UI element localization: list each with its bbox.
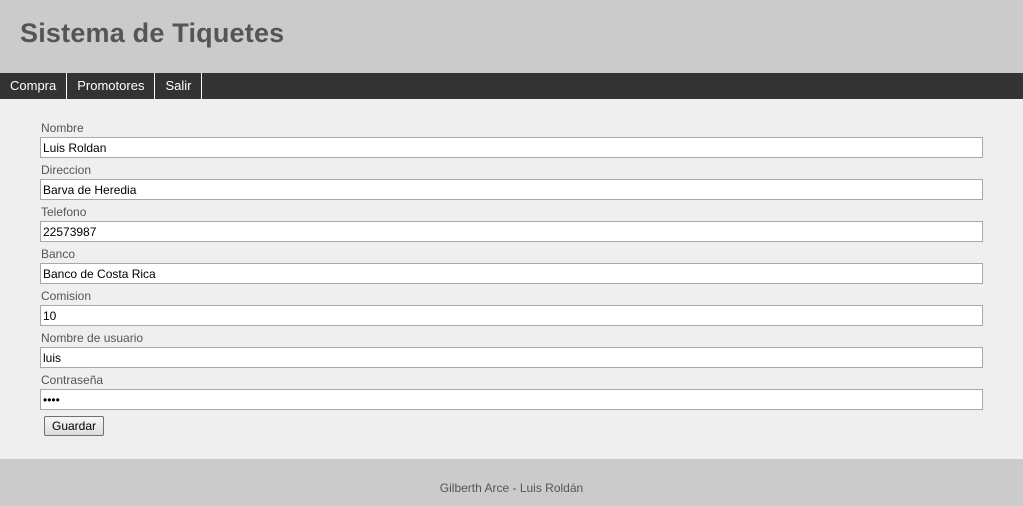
comision-field[interactable]	[40, 305, 983, 326]
username-label: Nombre de usuario	[41, 331, 144, 345]
nombre-field[interactable]	[40, 137, 983, 158]
nav-item-salir[interactable]: Salir	[155, 73, 203, 99]
comision-label: Comision	[41, 289, 92, 303]
promoter-form: Nombre Direccion Telefono Banco Comision…	[0, 99, 1023, 459]
telefono-field[interactable]	[40, 221, 983, 242]
password-label: Contraseña	[41, 373, 104, 387]
page-header: Sistema de Tiquetes	[0, 0, 1023, 73]
nombre-label: Nombre	[41, 121, 84, 135]
banco-field[interactable]	[40, 263, 983, 284]
password-field[interactable]	[40, 389, 983, 410]
save-button[interactable]: Guardar	[44, 416, 105, 436]
direccion-label: Direccion	[41, 163, 92, 177]
direccion-field[interactable]	[40, 179, 983, 200]
username-field[interactable]	[40, 347, 983, 368]
banco-label: Banco	[41, 247, 76, 261]
nav-item-promotores[interactable]: Promotores	[67, 73, 156, 99]
nav-item-compra[interactable]: Compra	[0, 73, 68, 99]
page-footer: Gilberth Arce - Luis Roldán	[0, 459, 1023, 506]
nav-bar: Compra Promotores Salir	[0, 73, 1023, 99]
telefono-label: Telefono	[41, 205, 87, 219]
app-title: Sistema de Tiquetes	[20, 18, 285, 48]
footer-credits: Gilberth Arce - Luis Roldán	[439, 481, 584, 495]
